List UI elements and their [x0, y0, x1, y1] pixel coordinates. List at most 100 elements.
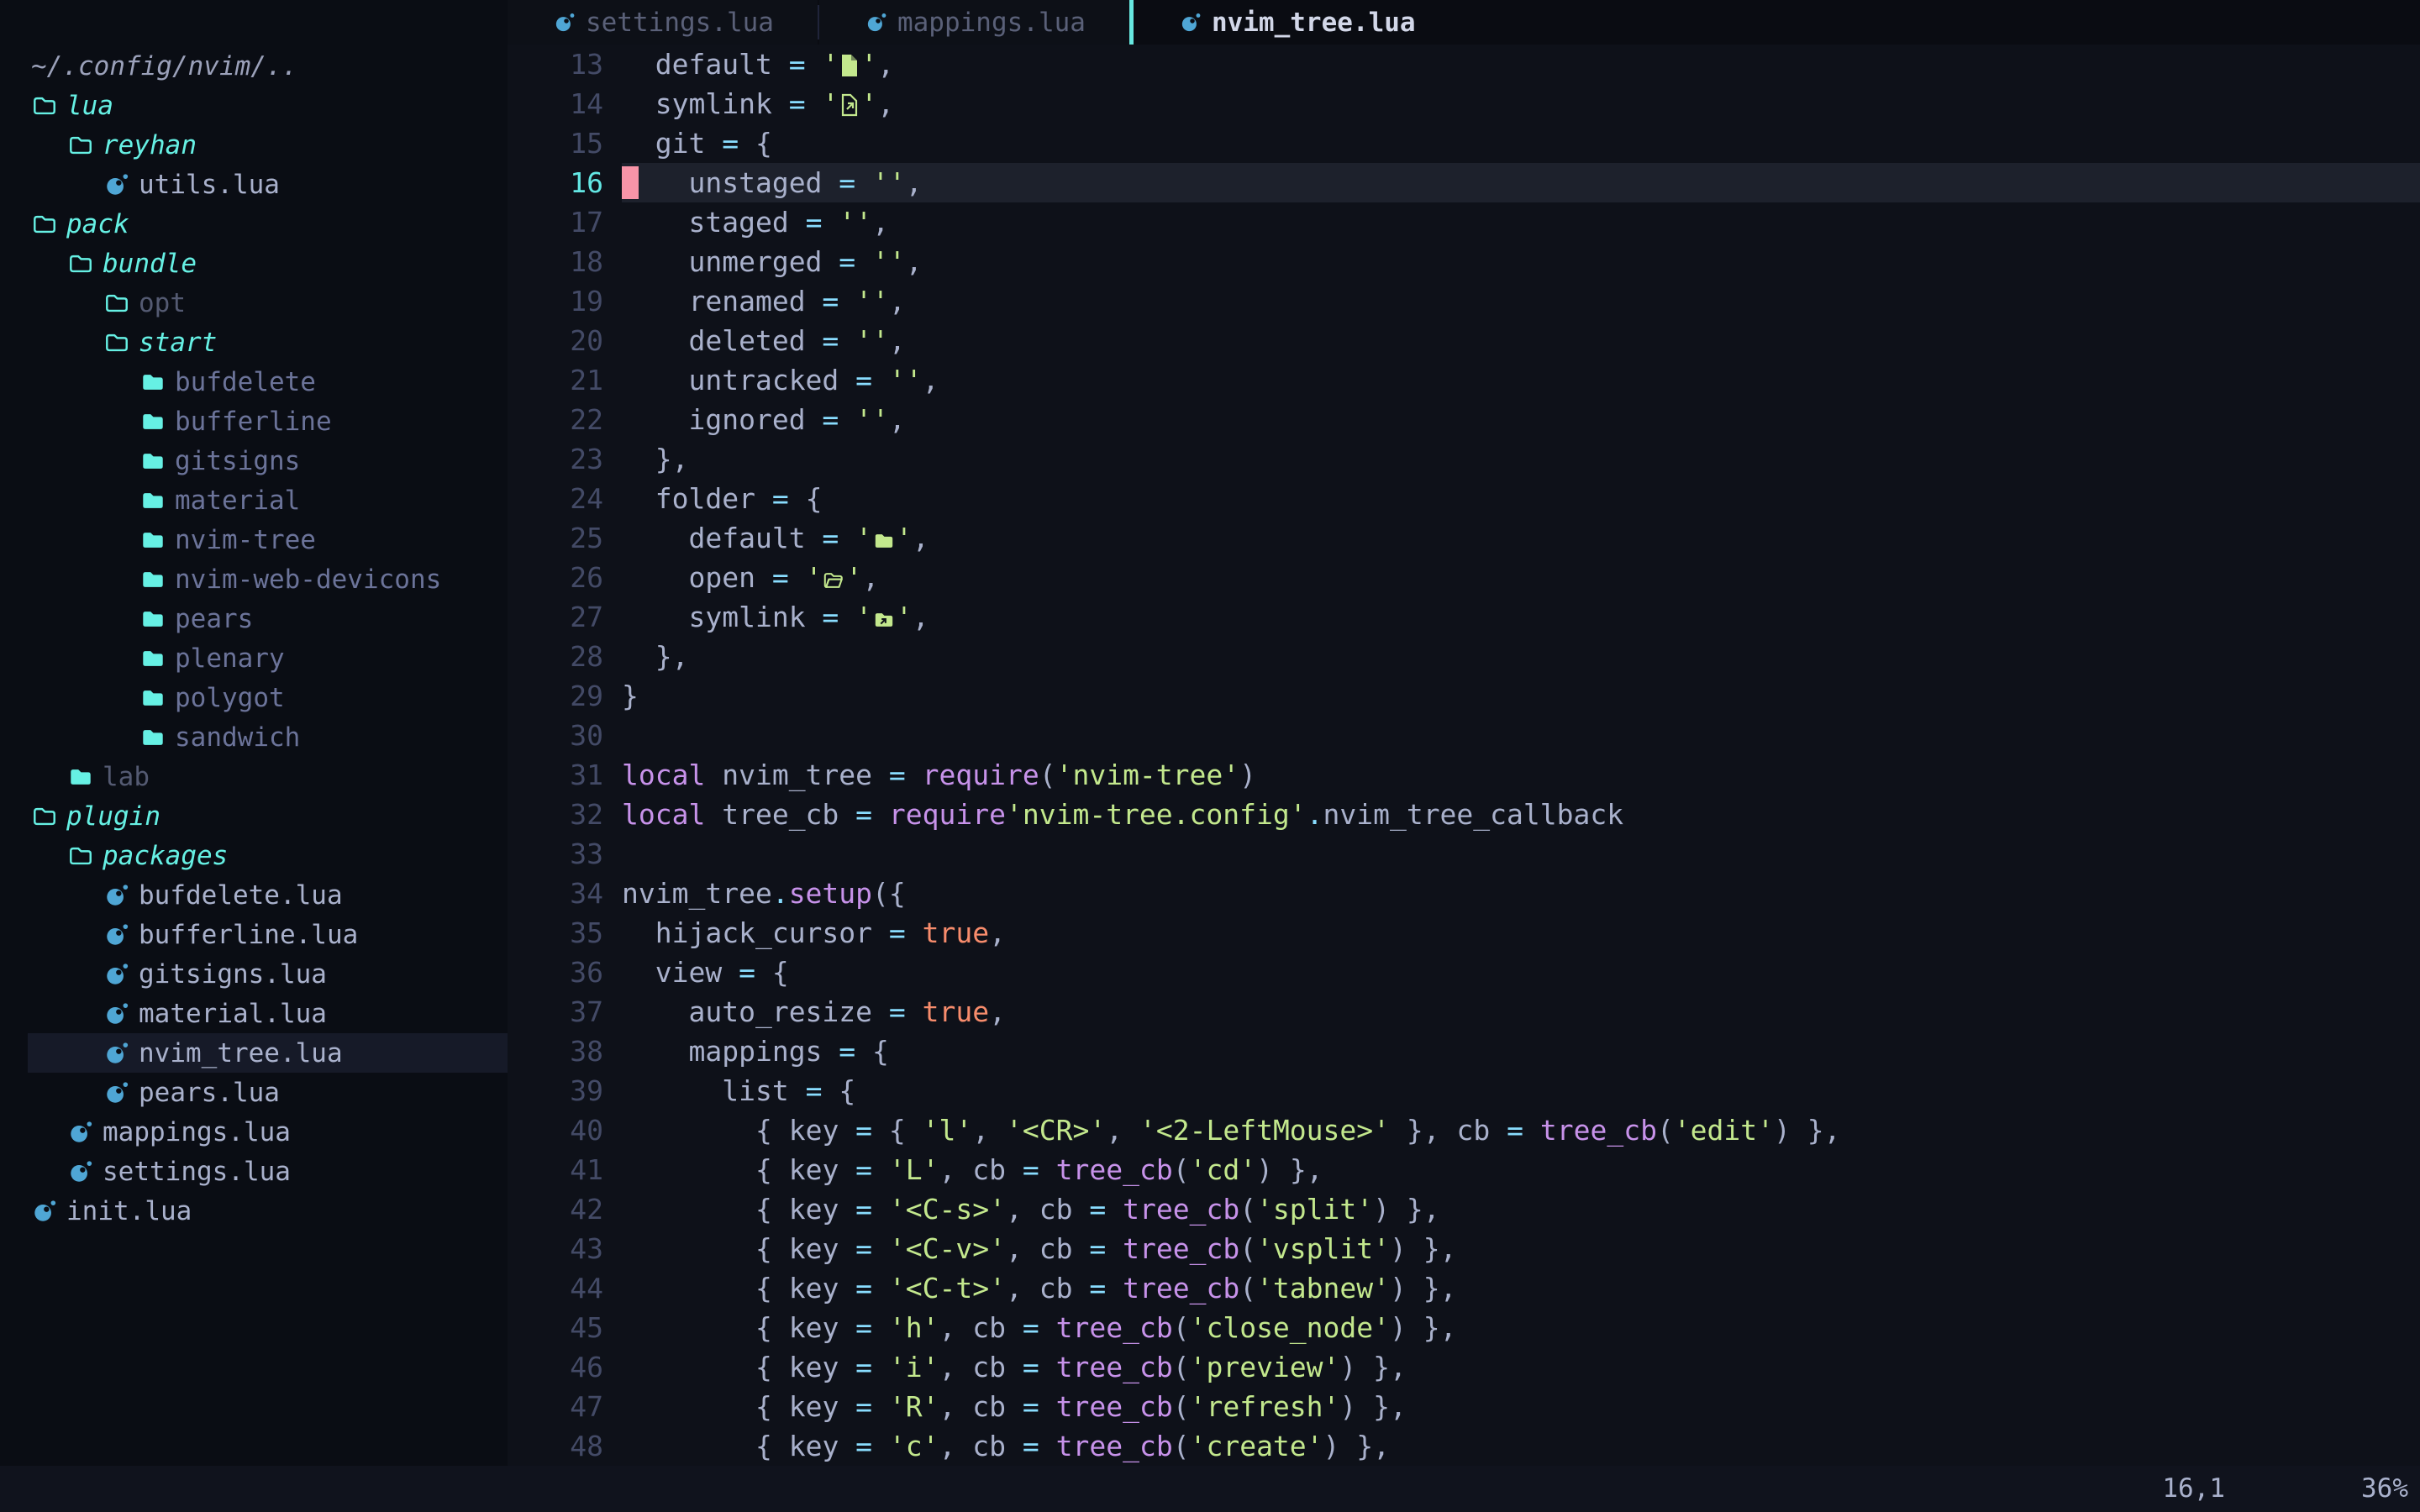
- code-line-33[interactable]: 33: [508, 834, 2420, 874]
- code-line-30[interactable]: 30: [508, 716, 2420, 755]
- tree-item-gitsigns[interactable]: gitsigns: [0, 441, 508, 480]
- code-line-44[interactable]: 44 { key = '<C-t>', cb = tree_cb('tabnew…: [508, 1268, 2420, 1308]
- line-number: 17: [508, 202, 603, 242]
- code-line-29[interactable]: 29}: [508, 676, 2420, 716]
- tree-item-nvim-tree[interactable]: nvim-tree: [0, 520, 508, 559]
- code-line-14[interactable]: 14 symlink = '',: [508, 84, 2420, 123]
- tree-item-packages[interactable]: packages: [0, 836, 508, 875]
- code-line-42[interactable]: 42 { key = '<C-s>', cb = tree_cb('split'…: [508, 1189, 2420, 1229]
- tree-item-nvim-web-devicons[interactable]: nvim-web-devicons: [0, 559, 508, 599]
- folder-outline-icon: [67, 251, 94, 276]
- tree-item-mappings.lua[interactable]: mappings.lua: [0, 1112, 508, 1152]
- code-line-16[interactable]: 16 unstaged = '',: [508, 163, 2420, 202]
- tree-item-utils.lua[interactable]: utils.lua: [0, 165, 508, 204]
- tree-item-label: reyhan: [103, 130, 197, 160]
- tree-item-lua[interactable]: lua: [0, 86, 508, 125]
- line-number: 23: [508, 439, 603, 479]
- code-line-37[interactable]: 37 auto_resize = true,: [508, 992, 2420, 1032]
- code-line-25[interactable]: 25 default = '',: [508, 518, 2420, 558]
- tree-item-pears.lua[interactable]: pears.lua: [0, 1073, 508, 1112]
- tree-item-bufdelete.lua[interactable]: bufdelete.lua: [0, 875, 508, 915]
- tree-item-label: material: [175, 486, 300, 516]
- tree-item-material[interactable]: material: [0, 480, 508, 520]
- block-cursor: [622, 166, 639, 199]
- lua-file-icon: [67, 1120, 94, 1145]
- code-line-text: default = '',: [622, 45, 2420, 84]
- lua-file-icon: [31, 1199, 58, 1224]
- tree-item-pack[interactable]: pack: [0, 204, 508, 244]
- line-number: 30: [508, 716, 603, 755]
- tree-item-label: start: [139, 328, 217, 358]
- code-line-41[interactable]: 41 { key = 'L', cb = tree_cb('cd') },: [508, 1150, 2420, 1189]
- tree-item-nvim-tree.lua[interactable]: nvim_tree.lua: [0, 1033, 508, 1073]
- code-line-26[interactable]: 26 open = '',: [508, 558, 2420, 597]
- nvim-tree-panel[interactable]: ~/.config/nvim/..lua reyhan utils.lua pack b…: [0, 0, 508, 1466]
- code-line-text: { key = 'h', cb = tree_cb('close_node') …: [622, 1308, 2420, 1347]
- line-number: 47: [508, 1387, 603, 1426]
- tree-item-material.lua[interactable]: material.lua: [0, 994, 508, 1033]
- tree-item-bundle[interactable]: bundle: [0, 244, 508, 283]
- code-line-21[interactable]: 21 untracked = '',: [508, 360, 2420, 400]
- tree-item-start[interactable]: start: [0, 323, 508, 362]
- code-line-40[interactable]: 40 { key = { 'l', '<CR>', '<2-LeftMouse>…: [508, 1110, 2420, 1150]
- code-line-19[interactable]: 19 renamed = '',: [508, 281, 2420, 321]
- code-line-31[interactable]: 31local nvim_tree = require('nvim-tree'): [508, 755, 2420, 795]
- line-number: 44: [508, 1268, 603, 1308]
- tree-item-plugin[interactable]: plugin: [0, 796, 508, 836]
- code-line-28[interactable]: 28 },: [508, 637, 2420, 676]
- scroll-percentage: 36%: [2361, 1466, 2408, 1512]
- code-line-15[interactable]: 15 git = {: [508, 123, 2420, 163]
- line-number: 26: [508, 558, 603, 597]
- code-line-39[interactable]: 39 list = {: [508, 1071, 2420, 1110]
- tab-nvim-tree.lua[interactable]: nvim_tree.lua: [1134, 0, 1460, 45]
- tree-item--.config-nvim-..[interactable]: ~/.config/nvim/..: [0, 46, 508, 86]
- code-line-47[interactable]: 47 { key = 'R', cb = tree_cb('refresh') …: [508, 1387, 2420, 1426]
- code-line-35[interactable]: 35 hijack_cursor = true,: [508, 913, 2420, 953]
- git-file-symlink-icon: [839, 87, 860, 120]
- tree-item-label: pack: [66, 209, 129, 239]
- tree-item-lab[interactable]: lab: [0, 757, 508, 796]
- code-line-20[interactable]: 20 deleted = '',: [508, 321, 2420, 360]
- folder-outline-icon: [31, 212, 58, 237]
- code-line-27[interactable]: 27 symlink = '',: [508, 597, 2420, 637]
- tree-item-settings.lua[interactable]: settings.lua: [0, 1152, 508, 1191]
- tab-mappings.lua[interactable]: mappings.lua: [819, 0, 1129, 45]
- code-line-text: deleted = '',: [622, 321, 2420, 360]
- tab-settings.lua[interactable]: settings.lua: [508, 0, 818, 45]
- tree-item-label: plugin: [66, 801, 160, 832]
- tree-item-bufferline.lua[interactable]: bufferline.lua: [0, 915, 508, 954]
- code-line-43[interactable]: 43 { key = '<C-v>', cb = tree_cb('vsplit…: [508, 1229, 2420, 1268]
- code-line-32[interactable]: 32local tree_cb = require'nvim-tree.conf…: [508, 795, 2420, 834]
- tree-item-reyhan[interactable]: reyhan: [0, 125, 508, 165]
- tree-item-init.lua[interactable]: init.lua: [0, 1191, 508, 1231]
- tree-item-label: polygot: [175, 683, 285, 713]
- tree-item-bufdelete[interactable]: bufdelete: [0, 362, 508, 402]
- code-line-18[interactable]: 18 unmerged = '',: [508, 242, 2420, 281]
- code-line-text: symlink = '',: [622, 84, 2420, 123]
- code-line-36[interactable]: 36 view = {: [508, 953, 2420, 992]
- code-line-45[interactable]: 45 { key = 'h', cb = tree_cb('close_node…: [508, 1308, 2420, 1347]
- code-line-48[interactable]: 48 { key = 'c', cb = tree_cb('create') }…: [508, 1426, 2420, 1466]
- tree-item-bufferline[interactable]: bufferline: [0, 402, 508, 441]
- editor-buffer[interactable]: 13 default = '',14 symlink = '',15 git =…: [508, 45, 2420, 1466]
- tree-item-plenary[interactable]: plenary: [0, 638, 508, 678]
- tree-item-label: pears: [175, 604, 253, 634]
- code-line-34[interactable]: 34nvim_tree.setup({: [508, 874, 2420, 913]
- code-line-22[interactable]: 22 ignored = '',: [508, 400, 2420, 439]
- code-line-24[interactable]: 24 folder = {: [508, 479, 2420, 518]
- code-line-text: { key = 'c', cb = tree_cb('create') },: [622, 1426, 2420, 1466]
- code-line-17[interactable]: 17 staged = '',: [508, 202, 2420, 242]
- code-line-38[interactable]: 38 mappings = {: [508, 1032, 2420, 1071]
- tree-item-label: sandwich: [175, 722, 300, 753]
- tree-item-pears[interactable]: pears: [0, 599, 508, 638]
- code-line-23[interactable]: 23 },: [508, 439, 2420, 479]
- tree-item-sandwich[interactable]: sandwich: [0, 717, 508, 757]
- code-line-13[interactable]: 13 default = '',: [508, 45, 2420, 84]
- line-number: 20: [508, 321, 603, 360]
- tree-item-gitsigns.lua[interactable]: gitsigns.lua: [0, 954, 508, 994]
- code-line-text: },: [622, 439, 2420, 479]
- code-line-text: nvim_tree.setup({: [622, 874, 2420, 913]
- code-line-46[interactable]: 46 { key = 'i', cb = tree_cb('preview') …: [508, 1347, 2420, 1387]
- tree-item-polygot[interactable]: polygot: [0, 678, 508, 717]
- tree-item-opt[interactable]: opt: [0, 283, 508, 323]
